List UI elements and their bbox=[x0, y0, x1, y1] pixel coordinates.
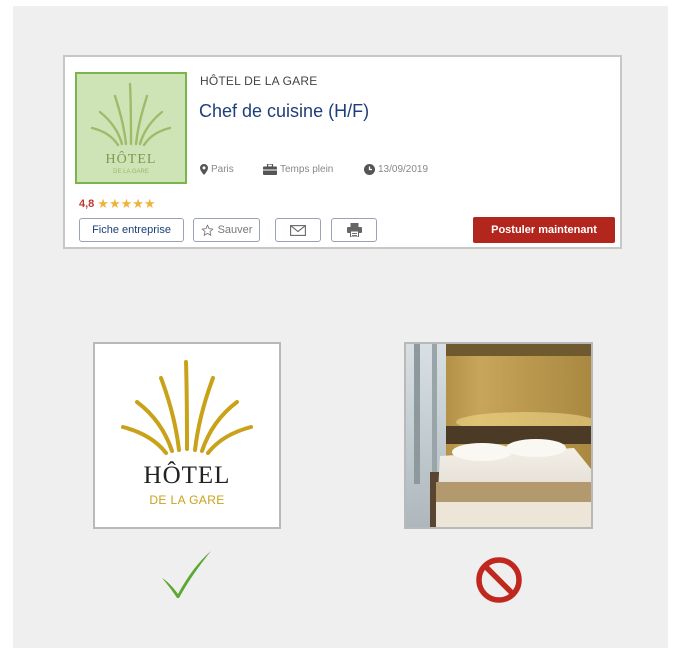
job-location: Paris bbox=[200, 164, 234, 175]
company-name[interactable]: HÔTEL DE LA GARE bbox=[200, 74, 317, 88]
envelope-icon bbox=[290, 224, 306, 236]
company-rating: 4,8 ★★★★★ bbox=[79, 196, 156, 212]
save-button[interactable]: Sauver bbox=[193, 218, 260, 242]
checkmark-icon bbox=[162, 551, 211, 598]
briefcase-icon bbox=[263, 164, 277, 175]
job-contract: Temps plein bbox=[263, 164, 333, 175]
company-logo[interactable]: HÔTEL DE LA GARE bbox=[75, 72, 187, 184]
prohibited-icon bbox=[476, 557, 522, 603]
job-title[interactable]: Chef de cuisine (H/F) bbox=[199, 101, 369, 122]
job-card: HÔTEL DE LA GARE HÔTEL DE LA GARE Chef d… bbox=[63, 55, 622, 249]
logo-large-line1: HÔTEL bbox=[143, 462, 231, 489]
clock-icon bbox=[364, 164, 375, 175]
star-outline-icon bbox=[201, 224, 213, 236]
apply-button[interactable]: Postuler maintenant bbox=[473, 217, 615, 243]
logo-large-line2: DE LA GARE bbox=[149, 493, 225, 507]
save-label: Sauver bbox=[217, 224, 253, 236]
contract-text: Temps plein bbox=[280, 164, 334, 175]
logo-small-line1: HÔTEL bbox=[105, 152, 157, 167]
job-date: 13/09/2019 bbox=[364, 164, 428, 175]
company-page-label: Fiche entreprise bbox=[92, 224, 171, 236]
location-text: Paris bbox=[211, 164, 234, 175]
print-button[interactable] bbox=[331, 218, 377, 242]
map-pin-icon bbox=[200, 164, 208, 175]
logo-small-line2: DE LA GARE bbox=[113, 169, 149, 175]
printer-icon bbox=[346, 223, 362, 237]
rating-stars-icon: ★★★★★ bbox=[97, 196, 156, 211]
hotel-room-photo bbox=[406, 344, 591, 527]
bad-photo-example bbox=[404, 342, 593, 529]
company-page-button[interactable]: Fiche entreprise bbox=[79, 218, 184, 242]
good-logo-example: HÔTEL DE LA GARE bbox=[93, 342, 281, 529]
rating-value: 4,8 bbox=[79, 198, 95, 210]
date-text: 13/09/2019 bbox=[378, 164, 429, 175]
email-button[interactable] bbox=[275, 218, 321, 242]
